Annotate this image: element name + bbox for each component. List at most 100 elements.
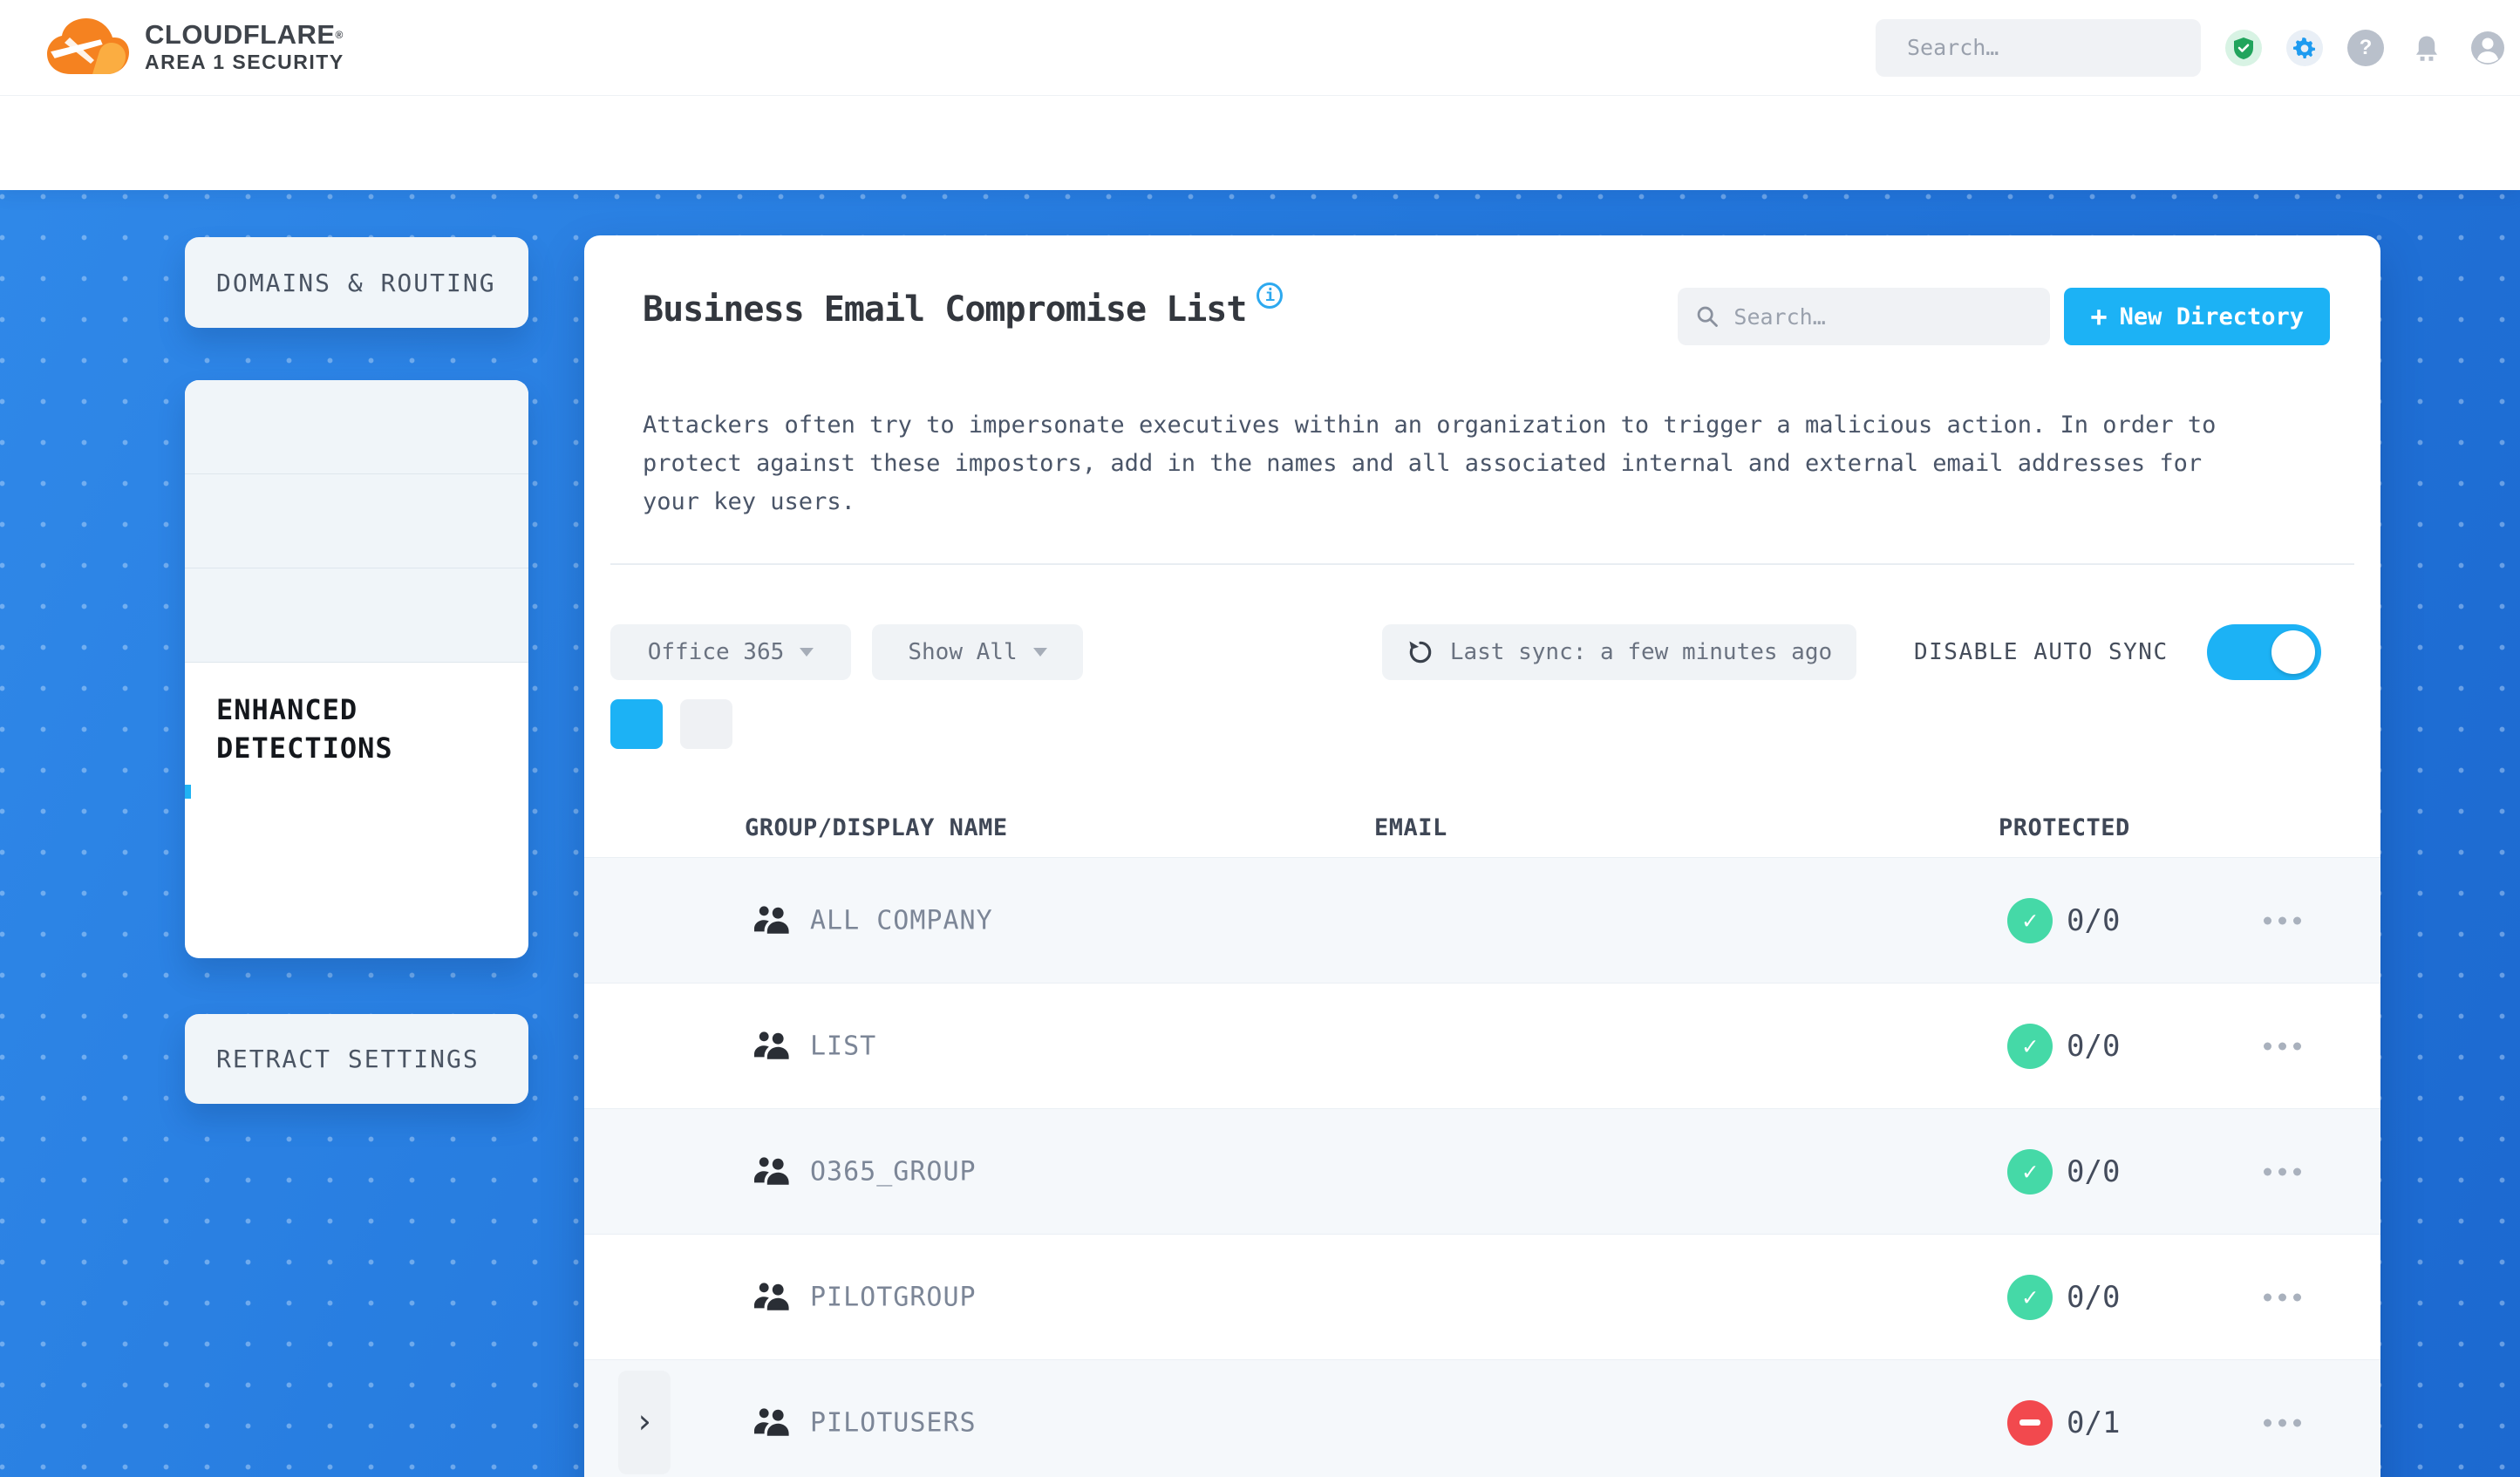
auto-sync-label: DISABLE AUTO SYNC: [1914, 639, 2169, 665]
last-sync-status: Last sync: a few minutes ago: [1382, 624, 1856, 680]
sidebar-item[interactable]: [185, 568, 528, 663]
shield-check-icon: [2234, 37, 2253, 59]
notifications-button[interactable]: [2408, 30, 2445, 66]
account-button[interactable]: [2469, 30, 2506, 66]
cloudflare-cloud-icon: [47, 17, 129, 74]
table-row: › ALL COMPANY ✓: [584, 857, 2380, 983]
gear-icon: [2293, 37, 2315, 58]
protected-count: 0/0: [2067, 1028, 2121, 1064]
header-right: ?: [1876, 18, 2506, 77]
group-tabs: [610, 699, 732, 749]
brand-text: CLOUDFLARE® AREA 1 SECURITY: [145, 18, 344, 75]
main-panel: Business Email Compromise List i + New D…: [584, 235, 2380, 1477]
group-icon: [753, 1029, 791, 1064]
column-protected: PROTECTED: [1999, 814, 2130, 841]
row-menu-button[interactable]: [2264, 1419, 2301, 1426]
list-search[interactable]: [1678, 288, 2051, 345]
directory-dropdown[interactable]: Office 365: [610, 624, 851, 680]
new-directory-button[interactable]: + New Directory: [2064, 288, 2330, 345]
security-status-button[interactable]: [2225, 29, 2262, 66]
group-name: PILOTUSERS: [810, 1407, 977, 1438]
protected-count: 0/0: [2067, 1279, 2121, 1315]
brand-name: CLOUDFLARE: [145, 18, 336, 50]
search-icon: [1698, 306, 1719, 327]
bell-icon: [2415, 35, 2438, 61]
row-menu-button[interactable]: [2264, 916, 2301, 924]
protected-status-icon: ✓: [2007, 1274, 2053, 1320]
sidebar-card-domains-routing: DOMAINS & ROUTING: [185, 237, 528, 328]
protected-count: 0/0: [2067, 1154, 2121, 1189]
group-name: ALL COMPANY: [810, 905, 993, 936]
chevron-right-icon: ›: [634, 1401, 655, 1440]
protected-status-icon: ✓: [2007, 1023, 2053, 1069]
minus-icon: [2019, 1419, 2040, 1426]
refresh-icon: [1409, 641, 1432, 664]
group-name: LIST: [810, 1031, 877, 1061]
show-filter-dropdown[interactable]: Show All: [872, 624, 1083, 680]
top-header: CLOUDFLARE® AREA 1 SECURITY Search… ?: [0, 0, 2520, 96]
expand-row-button[interactable]: ›: [618, 1371, 671, 1474]
sidebar-card-retract: RETRACT SETTINGS: [185, 1014, 528, 1104]
last-sync-text: Last sync: a few minutes ago: [1449, 639, 1833, 665]
table-row: › PILOTGROUP ✓: [584, 1234, 2380, 1359]
list-search-input[interactable]: [1733, 303, 2033, 330]
group-icon: [753, 1280, 791, 1315]
group-icon: [753, 1406, 791, 1440]
auto-sync-toggle[interactable]: [2207, 624, 2321, 680]
sidebar-item-retract-settings[interactable]: RETRACT SETTINGS: [185, 1014, 528, 1104]
row-menu-button[interactable]: [2264, 1042, 2301, 1050]
global-search-input[interactable]: [1907, 35, 2184, 60]
group-name: PILOTGROUP: [810, 1282, 977, 1312]
tab[interactable]: [610, 699, 663, 749]
enhanced-detections-section: ENHANCED DETECTIONS: [185, 663, 528, 799]
page-title: Business Email Compromise List: [643, 289, 1247, 330]
group-name: O365_GROUP: [810, 1156, 977, 1187]
new-directory-label: New Directory: [2119, 303, 2304, 330]
brand-subtitle: AREA 1 SECURITY: [145, 50, 344, 73]
sidebar-item[interactable]: [185, 474, 528, 568]
user-icon: [2471, 31, 2504, 65]
sidebar-item-domains-routing[interactable]: DOMAINS & ROUTING: [185, 237, 528, 328]
table-row: › LIST ✓: [584, 983, 2380, 1108]
global-search[interactable]: [1876, 18, 2201, 77]
check-icon: ✓: [2022, 906, 2038, 935]
sidebar-card-policies: ENHANCED DETECTIONS: [185, 380, 528, 958]
policy-list: [185, 380, 528, 663]
check-icon: ✓: [2022, 1283, 2038, 1311]
protected-status-icon: ✓: [2007, 897, 2053, 943]
title-row: Business Email Compromise List i: [643, 282, 1284, 330]
directory-dropdown-value: Office 365: [647, 639, 785, 665]
protected-status-icon: ✓: [2007, 1399, 2053, 1446]
info-icon[interactable]: i: [1257, 282, 1284, 309]
registered-mark: ®: [335, 28, 344, 41]
show-filter-value: Show All: [908, 639, 1018, 665]
question-icon: ?: [2359, 35, 2373, 59]
page-description: Attackers often try to impersonate execu…: [643, 412, 2217, 515]
table-row: › O365_GROUP ✓: [584, 1108, 2380, 1234]
table-row: › PILOTUSERS ✓: [584, 1359, 2380, 1477]
panel-actions: + New Directory: [1678, 288, 2330, 345]
help-button[interactable]: ?: [2347, 29, 2384, 66]
settings-button[interactable]: [2286, 29, 2323, 66]
check-icon: ✓: [2022, 1031, 2038, 1060]
toggle-knob: [2271, 630, 2315, 674]
protected-status-icon: ✓: [2007, 1148, 2053, 1195]
row-menu-button[interactable]: [2264, 1167, 2301, 1175]
plus-icon: +: [2090, 300, 2108, 333]
group-icon: [753, 903, 791, 938]
group-icon: [753, 1154, 791, 1189]
sidebar-item-enhanced-detections[interactable]: ENHANCED DETECTIONS: [216, 691, 443, 767]
tab[interactable]: [680, 699, 732, 749]
section-divider: [610, 563, 2354, 565]
table-header: GROUP/DISPLAY NAME EMAIL PROTECTED: [584, 802, 2380, 857]
sidebar-item-label: DOMAINS & ROUTING: [216, 268, 496, 297]
row-menu-button[interactable]: [2264, 1293, 2301, 1301]
column-group-display-name: GROUP/DISPLAY NAME: [745, 814, 1008, 841]
protected-count: 0/0: [2067, 902, 2121, 938]
cloudflare-logo[interactable]: CLOUDFLARE® AREA 1 SECURITY: [44, 17, 344, 79]
chevron-down-icon: [1032, 648, 1047, 657]
sidebar-item[interactable]: [185, 380, 528, 474]
secondary-nav: [0, 96, 2520, 190]
protected-count: 0/1: [2067, 1405, 2121, 1440]
chevron-down-icon: [800, 648, 814, 657]
